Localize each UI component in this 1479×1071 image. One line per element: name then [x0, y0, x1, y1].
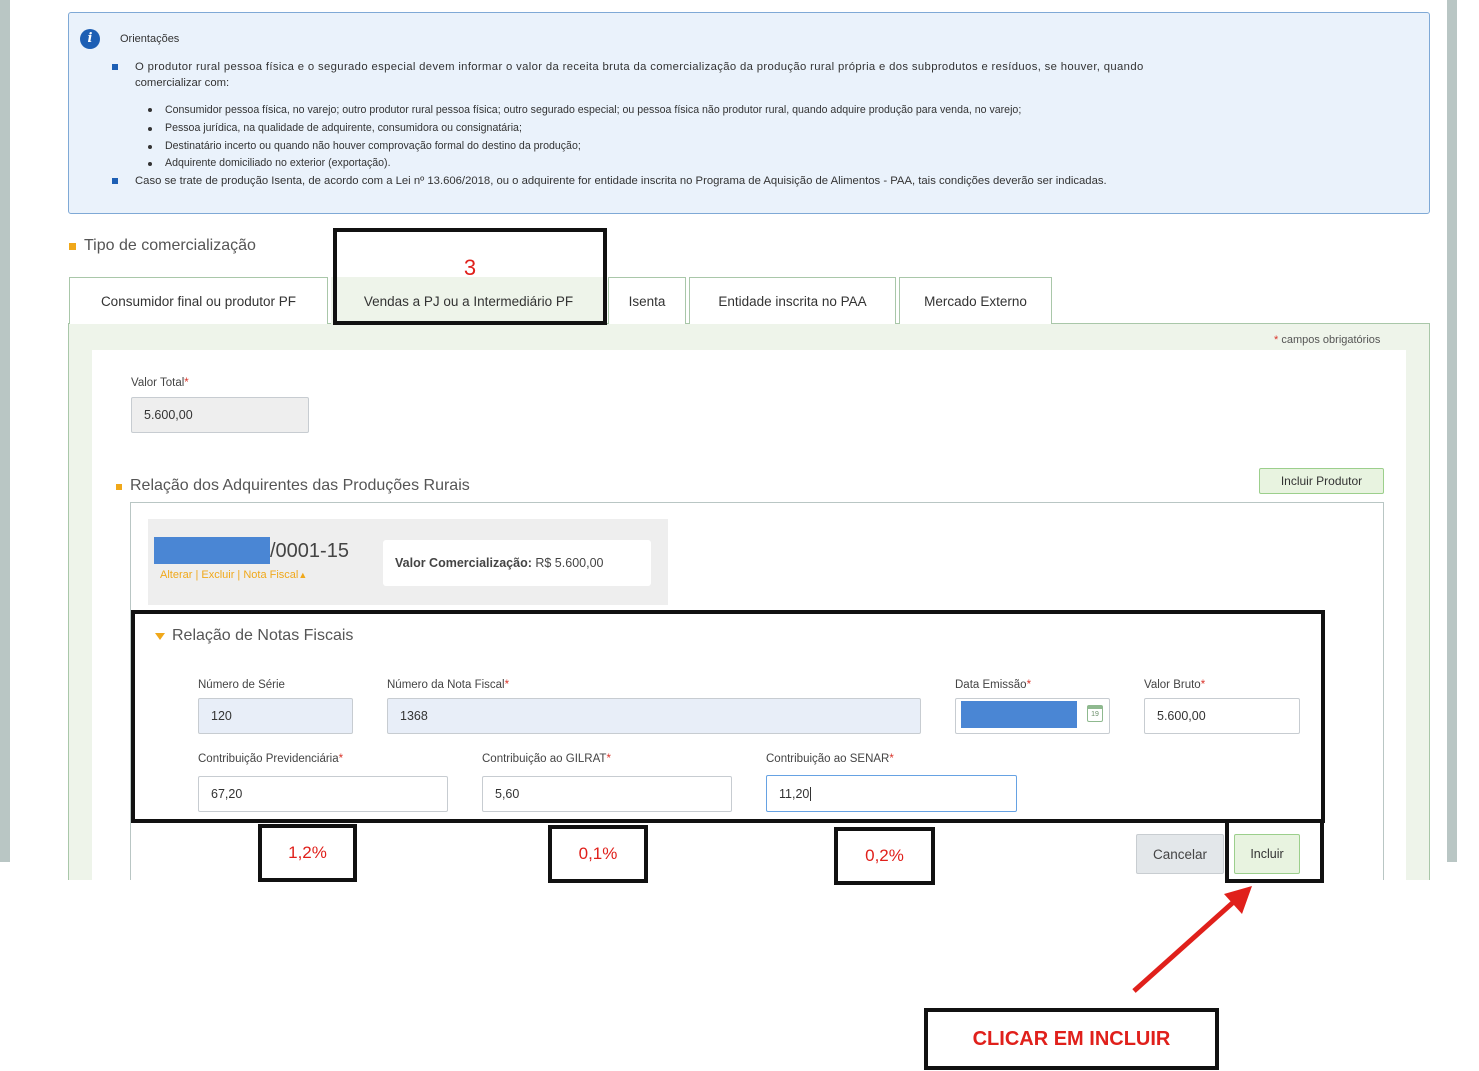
guidance-sub-item: Destinatário incerto ou quando não houve…: [165, 140, 581, 152]
page-left-border: [0, 0, 10, 862]
bullet-icon: [148, 145, 152, 149]
adquirente-actions[interactable]: Alterar | Excluir | Nota Fiscal▲: [160, 569, 307, 581]
annotation-arrow-icon: [1132, 886, 1252, 993]
square-bullet-icon: [112, 178, 118, 184]
valor-total-field[interactable]: 5.600,00: [131, 397, 309, 433]
tab-entidade-paa[interactable]: Entidade inscrita no PAA: [689, 277, 896, 324]
bullet-icon: [148, 108, 152, 112]
guidance-title: Orientações: [120, 33, 180, 45]
adquirentes-title: Relação dos Adquirentes das Produções Ru…: [130, 477, 470, 494]
tab-consumidor-final[interactable]: Consumidor final ou produtor PF: [69, 277, 328, 324]
page-right-border: [1447, 0, 1457, 862]
annotation-step-number: 3: [463, 255, 477, 280]
annotation-pct-senar: 0,2%: [834, 827, 935, 885]
cancel-button[interactable]: Cancelar: [1136, 834, 1224, 874]
annotation-cta: CLICAR EM INCLUIR: [924, 1008, 1219, 1070]
guidance-text: O produtor rural pessoa física e o segur…: [135, 61, 1144, 73]
required-fields-note: * campos obrigatórios: [1274, 334, 1381, 346]
cnpj-suffix: /0001-15: [270, 540, 349, 562]
section-title: Tipo de comercialização: [84, 237, 256, 254]
bullet-icon: [148, 127, 152, 131]
chevron-up-icon: ▲: [298, 570, 308, 580]
section-bullet-icon: [116, 484, 122, 490]
bullet-icon: [148, 162, 152, 166]
guidance-sub-item: Consumidor pessoa física, no varejo; out…: [165, 104, 1022, 116]
redacted-cnpj: [154, 537, 270, 564]
incluir-produtor-button[interactable]: Incluir Produtor: [1259, 468, 1384, 494]
guidance-sub-item: Pessoa jurídica, na qualidade de adquire…: [165, 122, 522, 134]
annotation-pct-prev: 1,2%: [258, 824, 357, 882]
valor-total-label: Valor Total*: [131, 377, 189, 389]
tab-isenta[interactable]: Isenta: [608, 277, 686, 324]
valor-comercializacao: Valor Comercialização: R$ 5.600,00: [395, 556, 604, 570]
guidance-text: comercializar com:: [135, 77, 230, 89]
annotation-highlight-notas: [131, 610, 1325, 823]
annotation-pct-gilrat: 0,1%: [548, 825, 648, 883]
annotation-highlight-incluir: [1225, 819, 1324, 883]
info-icon: i: [80, 29, 100, 49]
tab-mercado-externo[interactable]: Mercado Externo: [899, 277, 1052, 324]
section-bullet-icon: [69, 243, 76, 250]
guidance-sub-item: Adquirente domiciliado no exterior (expo…: [165, 157, 391, 169]
guidance-text: Caso se trate de produção Isenta, de aco…: [135, 175, 1107, 187]
square-bullet-icon: [112, 64, 118, 70]
